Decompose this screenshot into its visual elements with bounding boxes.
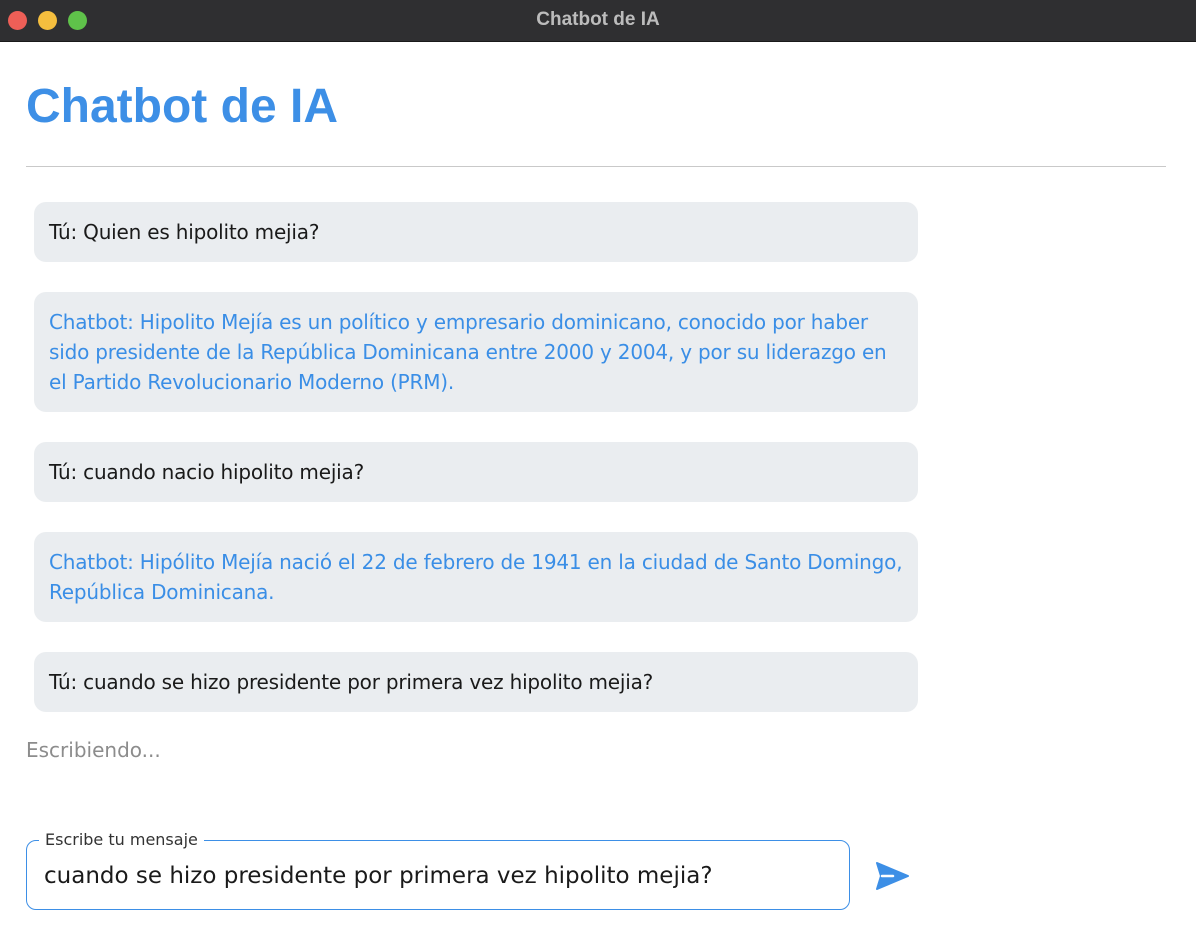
message-field[interactable]: Escribe tu mensaje xyxy=(26,830,850,910)
title-bar: Chatbot de IA xyxy=(0,0,1196,42)
page-title: Chatbot de IA xyxy=(26,80,338,133)
typing-indicator: Escribiendo... xyxy=(26,738,161,762)
bot-message: Chatbot: Hipólito Mejía nació el 22 de f… xyxy=(34,532,918,622)
user-message: Tú: cuando se hizo presidente por primer… xyxy=(34,652,918,712)
message-input[interactable] xyxy=(44,859,834,893)
send-icon xyxy=(876,862,909,890)
app-window: Chatbot de IA Chatbot de IA Tú: Quien es… xyxy=(0,0,1196,936)
user-message: Tú: Quien es hipolito mejia? xyxy=(34,202,918,262)
window-title: Chatbot de IA xyxy=(536,9,660,30)
message-list: Tú: Quien es hipolito mejia? Chatbot: Hi… xyxy=(34,202,918,742)
send-button[interactable] xyxy=(872,855,916,897)
bot-message: Chatbot: Hipolito Mejía es un político y… xyxy=(34,292,918,412)
user-message: Tú: cuando nacio hipolito mejia? xyxy=(34,442,918,502)
header-divider xyxy=(26,166,1166,167)
message-field-label: Escribe tu mensaje xyxy=(39,830,204,850)
